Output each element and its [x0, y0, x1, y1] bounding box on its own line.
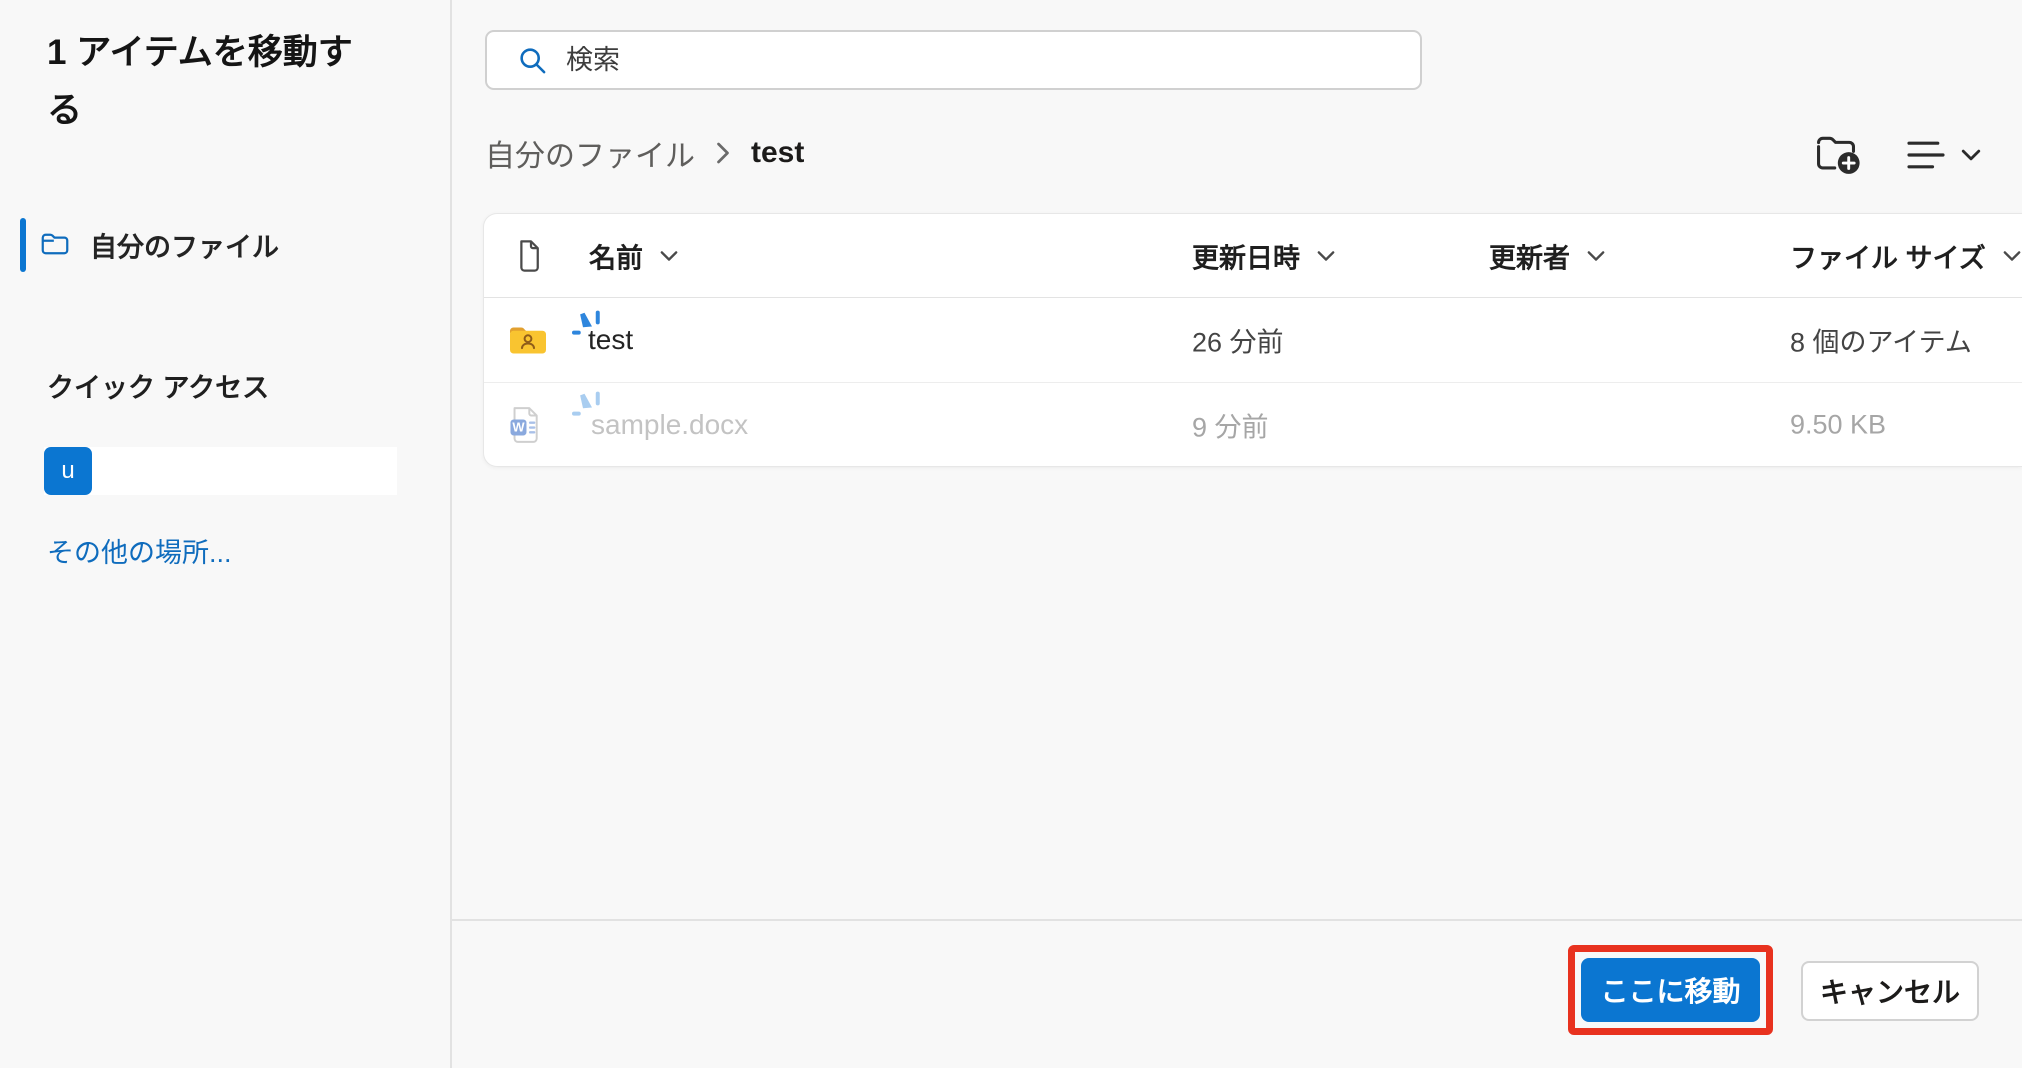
sort-view-button[interactable] [1906, 138, 1982, 172]
breadcrumb: 自分のファイル test [485, 132, 804, 174]
shared-folder-icon [509, 324, 547, 356]
breadcrumb-current: test [751, 136, 804, 170]
chevron-down-icon [1316, 249, 1336, 262]
column-header-modified[interactable]: 更新日時 [1192, 236, 1336, 275]
avatar: u [44, 447, 92, 495]
table-header: 名前 更新日時 更新者 ファイル サイズ [484, 214, 2022, 298]
dialog-title: 1 アイテムを移動する [47, 24, 377, 140]
quick-access-heading: クイック アクセス [47, 366, 269, 405]
chevron-down-icon [2002, 249, 2022, 262]
sidebar-item-my-files[interactable]: 自分のファイル [0, 216, 400, 274]
table-row-folder-test[interactable]: test 26 分前 8 個のアイテム [484, 298, 2022, 382]
file-name: test [588, 324, 633, 356]
file-modified: 26 分前 [1192, 321, 1284, 360]
sort-lines-icon [1906, 138, 1946, 172]
move-items-dialog: 1 アイテムを移動する 自分のファイル クイック アクセス u その他の場所..… [0, 0, 2022, 1068]
sidebar-item-label: 自分のファイル [90, 226, 279, 265]
word-document-icon: W [509, 406, 541, 444]
new-folder-icon [1816, 134, 1862, 175]
column-header-file-size[interactable]: ファイル サイズ [1790, 236, 2022, 275]
table-row-sample-docx: W sample.docx 9 分前 9.50 KB [484, 382, 2022, 466]
toolbar [1816, 134, 1982, 175]
move-here-button[interactable]: ここに移動 [1581, 958, 1760, 1022]
file-size: 8 個のアイテム [1790, 321, 1972, 360]
selection-indicator [20, 218, 26, 272]
document-outline-icon [517, 239, 542, 272]
column-header-name[interactable]: 名前 [589, 236, 679, 275]
files-table: 名前 更新日時 更新者 ファイル サイズ [483, 213, 2022, 467]
new-folder-button[interactable] [1816, 134, 1862, 175]
chevron-down-icon [1960, 148, 1982, 162]
search-box [485, 30, 1422, 90]
chevron-down-icon [1586, 249, 1606, 262]
svg-text:W: W [512, 419, 525, 434]
file-size: 9.50 KB [1790, 409, 1886, 440]
quick-access-item[interactable]: u [44, 447, 397, 495]
search-icon [517, 45, 548, 76]
folder-outline-icon [41, 232, 69, 256]
search-input[interactable] [564, 44, 1420, 77]
breadcrumb-parent[interactable]: 自分のファイル [485, 131, 695, 175]
annotation-highlight-box: ここに移動 [1568, 945, 1773, 1035]
cancel-button[interactable]: キャンセル [1801, 961, 1979, 1021]
column-header-modified-by[interactable]: 更新者 [1489, 236, 1606, 275]
chevron-down-icon [659, 249, 679, 262]
footer-divider [452, 919, 2022, 921]
sidebar-divider [450, 0, 452, 1068]
file-modified: 9 分前 [1192, 405, 1269, 444]
more-places-link[interactable]: その他の場所... [47, 531, 232, 570]
chevron-right-icon [715, 141, 731, 165]
sidebar: 1 アイテムを移動する 自分のファイル クイック アクセス u その他の場所..… [0, 0, 450, 1068]
file-name: sample.docx [591, 409, 748, 441]
